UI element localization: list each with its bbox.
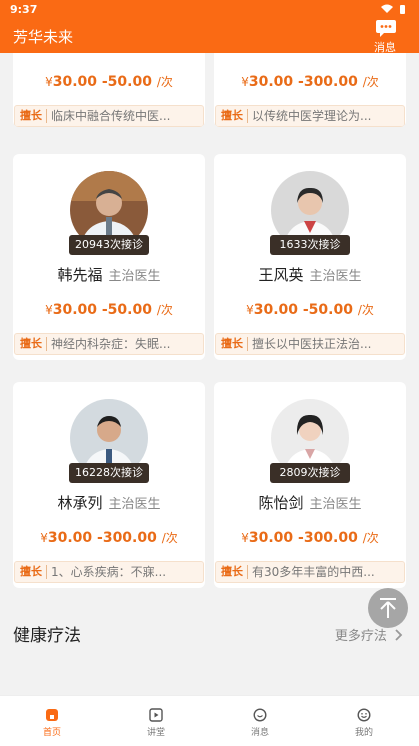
consult-count-badge: 1633次接诊: [270, 235, 350, 255]
doctor-card[interactable]: 16228次接诊 林承列 主治医生 ¥30.00 -300.00 /次 擅长 1、心…: [13, 382, 205, 588]
doctor-specialty: 擅长 临床中融合传统中医...: [14, 105, 204, 127]
home-icon: [46, 709, 58, 721]
play-icon: [149, 708, 163, 722]
doctor-price: ¥30.00 -300.00 /次: [241, 74, 379, 90]
doctor-specialty: 擅长 神经内科杂症：失眠...: [14, 333, 204, 355]
tab-label: 首页: [42, 728, 61, 738]
chat-icon: [253, 708, 267, 722]
doctor-specialty: 擅长 1、心系疾病：不寐...: [14, 561, 204, 583]
more-therapy-link[interactable]: 更多疗法: [335, 625, 403, 644]
back-to-top-button[interactable]: [368, 588, 408, 628]
doctor-price: ¥30.00 -50.00 /次: [45, 302, 173, 318]
doctor-specialty: 擅长 擅长以中医扶正法治...: [215, 333, 405, 355]
status-bar: 9:37: [0, 0, 419, 18]
chevron-right-icon: [395, 629, 403, 641]
doctor-list[interactable]: ¥30.00 -50.00 /次 擅长 临床中融合传统中医... ¥30.00 -…: [0, 53, 419, 695]
doctor-name: 王风英 主治医生: [258, 266, 362, 284]
doctor-card[interactable]: 2809次接诊 陈怡剑 主治医生 ¥30.00 -300.00 /次 擅长 有30多…: [214, 382, 406, 588]
tab-lecture[interactable]: 讲堂: [104, 696, 208, 746]
consult-count-badge: 20943次接诊: [69, 235, 149, 255]
consult-count-badge: 2809次接诊: [270, 463, 350, 483]
health-therapy-section: 健康疗法 更多疗法: [0, 601, 419, 646]
doctor-card[interactable]: ¥30.00 -50.00 /次 擅长 临床中融合传统中医...: [13, 53, 205, 127]
tab-label: 消息: [250, 728, 269, 738]
tab-mine[interactable]: 我的: [312, 696, 416, 746]
doctor-name: 林承列 主治医生: [57, 494, 161, 512]
doctor-price: ¥30.00 -300.00 /次: [241, 530, 379, 546]
doctor-specialty: 擅长 以传统中医学理论为...: [215, 105, 405, 127]
doctor-price: ¥30.00 -50.00 /次: [246, 302, 374, 318]
arrow-up-icon: [380, 598, 396, 618]
bottom-tab-bar: 首页 讲堂 消息 我的: [0, 695, 419, 746]
app-header: 芳华未来 消息: [0, 18, 419, 54]
consult-count-badge: 16228次接诊: [69, 463, 149, 483]
section-title: 健康疗法: [13, 626, 81, 646]
tab-label: 我的: [354, 728, 373, 738]
wifi-battery-icon: [381, 4, 405, 14]
doctor-price: ¥30.00 -50.00 /次: [45, 74, 173, 90]
app-title: 芳华未来: [13, 28, 74, 46]
smile-icon: [357, 708, 371, 722]
doctor-price: ¥30.00 -300.00 /次: [40, 530, 178, 546]
tab-home[interactable]: 首页: [0, 696, 104, 746]
doctor-name: 陈怡剑 主治医生: [258, 494, 362, 512]
doctor-card[interactable]: 1633次接诊 王风英 主治医生 ¥30.00 -50.00 /次 擅长 擅长以中医…: [214, 154, 406, 360]
chat-icon: [376, 20, 396, 37]
doctor-card[interactable]: ¥30.00 -300.00 /次 擅长 以传统中医学理论为...: [214, 53, 406, 127]
tab-messages[interactable]: 消息: [208, 696, 312, 746]
status-time: 9:37: [10, 3, 38, 16]
doctor-specialty: 擅长 有30多年丰富的中西...: [215, 561, 405, 583]
message-button[interactable]: 消息: [371, 18, 399, 54]
doctor-name: 韩先福 主治医生: [57, 266, 161, 284]
tab-label: 讲堂: [146, 728, 165, 738]
doctor-card[interactable]: 20943次接诊 韩先福 主治医生 ¥30.00 -50.00 /次 擅长 神经内科…: [13, 154, 205, 360]
